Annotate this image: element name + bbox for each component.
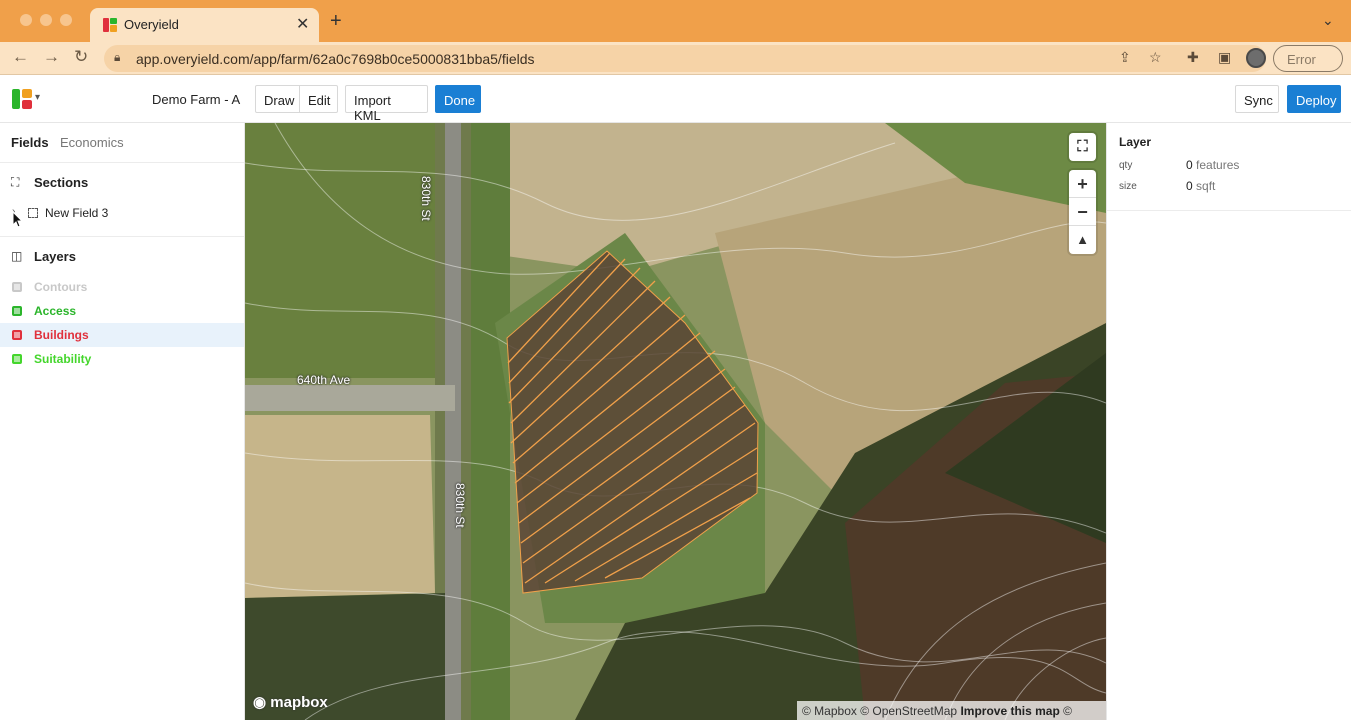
mapbox-logo-icon: ◉ xyxy=(253,694,267,711)
tab-title: Overyield xyxy=(124,17,179,32)
zoom-out-button[interactable]: − xyxy=(1069,198,1096,226)
layers-heading: Layers xyxy=(34,249,76,264)
layer-label: Access xyxy=(34,304,77,318)
done-button[interactable]: Done xyxy=(435,85,481,113)
layer-color-swatch xyxy=(12,282,22,292)
road-label-640th-ave: 640th Ave xyxy=(297,373,351,387)
tab-fields[interactable]: Fields xyxy=(11,135,49,150)
new-tab-icon[interactable]: + xyxy=(330,10,342,33)
extensions-icon[interactable]: ✚ xyxy=(1187,49,1199,66)
size-unit: sqft xyxy=(1196,179,1216,193)
mapbox-attribution-link[interactable]: © Mapbox xyxy=(802,704,857,718)
satellite-imagery xyxy=(245,123,1106,720)
qty-unit: features xyxy=(1196,158,1240,172)
profile-avatar[interactable] xyxy=(1246,48,1266,68)
sections-heading: Sections xyxy=(34,175,89,190)
overyield-logo-icon[interactable] xyxy=(11,88,33,110)
layer-color-swatch xyxy=(12,306,22,316)
mapbox-logo-text: mapbox xyxy=(270,694,328,711)
chevron-down-icon[interactable]: ▾ xyxy=(35,92,40,103)
profile-error-button[interactable]: Error xyxy=(1273,45,1343,72)
layer-item-access[interactable]: Access xyxy=(0,299,244,323)
map-canvas[interactable]: 830th St 830th St 640th Ave ⛶ + − ▲ ◉ ma… xyxy=(245,123,1106,720)
tab-economics[interactable]: Economics xyxy=(60,135,124,150)
layer-info-panel: Layer qty 0 features size 0 sqft xyxy=(1106,123,1351,720)
road-label-830th-north: 830th St xyxy=(419,176,433,221)
minimize-window-icon[interactable] xyxy=(40,14,52,26)
size-label: size xyxy=(1119,181,1137,192)
share-icon[interactable]: ⇪ xyxy=(1119,49,1131,66)
field-polygon-icon xyxy=(28,208,38,218)
layer-color-swatch xyxy=(12,354,22,364)
mouse-cursor-icon xyxy=(12,211,24,228)
forward-icon[interactable]: → xyxy=(43,47,60,67)
reload-icon[interactable]: ↻ xyxy=(74,47,88,67)
field-label: New Field 3 xyxy=(45,206,109,220)
import-kml-button[interactable]: Import KML xyxy=(345,85,428,123)
deploy-button[interactable]: Deploy xyxy=(1287,85,1341,113)
browser-tab-bar: Overyield ✕ + ⌄ xyxy=(0,0,1351,42)
edit-button[interactable]: Edit xyxy=(299,85,338,113)
compass-icon[interactable]: ▲ xyxy=(1069,226,1096,254)
layer-item-contours[interactable]: Contours xyxy=(0,275,244,299)
sync-button[interactable]: Sync xyxy=(1235,85,1279,113)
field-item[interactable]: › New Field 3 xyxy=(0,203,244,225)
layer-label: Buildings xyxy=(34,328,89,342)
farm-name[interactable]: Demo Farm - A xyxy=(152,92,240,107)
divider xyxy=(0,236,244,237)
divider xyxy=(1107,210,1351,211)
side-panel-icon[interactable]: ▣ xyxy=(1218,49,1231,66)
back-icon[interactable]: ← xyxy=(12,47,29,67)
layer-item-suitability[interactable]: Suitability xyxy=(0,347,244,371)
layer-color-swatch xyxy=(12,330,22,340)
chevron-down-icon[interactable]: ⌄ xyxy=(1322,12,1334,29)
maximize-window-icon[interactable] xyxy=(60,14,72,26)
divider xyxy=(0,162,244,163)
layer-panel-title: Layer xyxy=(1119,135,1152,149)
layer-item-buildings[interactable]: Buildings xyxy=(0,323,244,347)
browser-window: Overyield ✕ + ⌄ ← → ↻ 🔒︎ app.overyield.c… xyxy=(0,0,1351,720)
qty-value: 0 features xyxy=(1186,158,1239,172)
map-attribution: © Mapbox © OpenStreetMap Improve this ma… xyxy=(797,701,1106,720)
layers-icon: ◫ xyxy=(11,249,23,263)
overyield-favicon-icon xyxy=(103,18,117,32)
zoom-in-button[interactable]: + xyxy=(1069,170,1096,198)
size-number: 0 xyxy=(1186,179,1193,193)
layer-label: Contours xyxy=(34,280,88,294)
browser-toolbar: ← → ↻ 🔒︎ app.overyield.com/app/farm/62a0… xyxy=(0,42,1351,75)
improve-map-link[interactable]: Improve this map xyxy=(960,704,1059,718)
lock-icon[interactable]: 🔒︎ xyxy=(114,50,120,65)
bookmark-star-icon[interactable]: ☆ xyxy=(1149,49,1162,66)
road-label-830th-south: 830th St xyxy=(453,483,467,528)
url-text: app.overyield.com/app/farm/62a0c7698b0ce… xyxy=(136,51,535,67)
size-value: 0 sqft xyxy=(1186,179,1215,193)
app-header: ▾ Demo Farm - A Draw Edit Import KML Don… xyxy=(0,75,1351,123)
qty-number: 0 xyxy=(1186,158,1193,172)
browser-tab[interactable]: Overyield ✕ xyxy=(90,8,319,42)
close-tab-icon[interactable]: ✕ xyxy=(296,14,309,34)
osm-attribution-link[interactable]: © OpenStreetMap xyxy=(860,704,957,718)
close-window-icon[interactable] xyxy=(20,14,32,26)
zoom-control: + − ▲ xyxy=(1069,170,1096,254)
qty-label: qty xyxy=(1119,160,1133,171)
fullscreen-control[interactable]: ⛶ xyxy=(1069,133,1096,161)
layer-label: Suitability xyxy=(34,352,92,366)
sidebar: Fields Economics ⛶ Sections › New Field … xyxy=(0,123,245,720)
mapbox-logo[interactable]: ◉ mapbox xyxy=(253,693,328,711)
sections-icon: ⛶ xyxy=(11,175,20,189)
fullscreen-icon[interactable]: ⛶ xyxy=(1069,133,1096,161)
draw-button[interactable]: Draw xyxy=(255,85,300,113)
address-bar[interactable]: 🔒︎ app.overyield.com/app/farm/62a0c7698b… xyxy=(104,45,1266,72)
